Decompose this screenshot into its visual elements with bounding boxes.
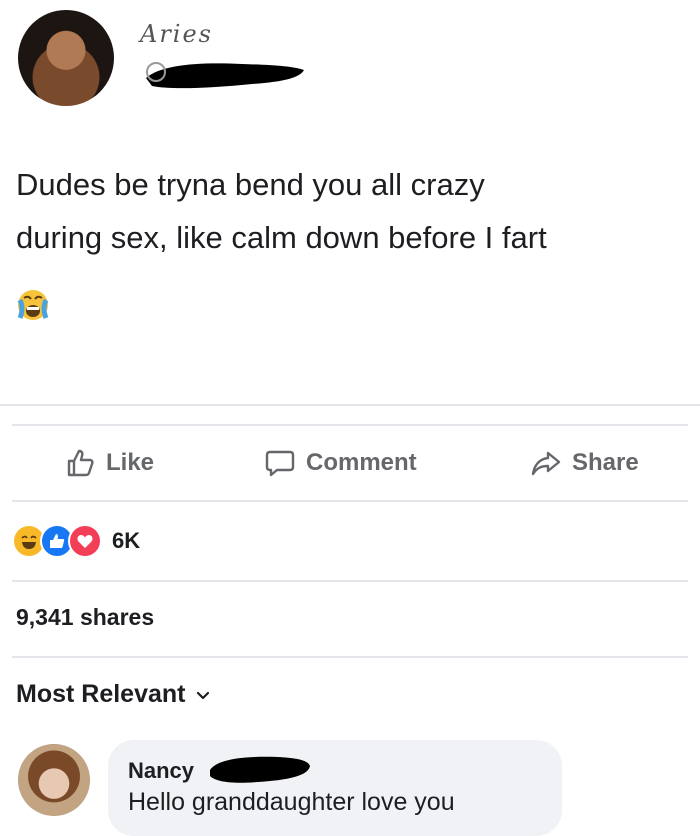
redaction-mark xyxy=(210,756,310,783)
loudly-crying-emoji-icon xyxy=(17,290,49,320)
divider xyxy=(12,656,688,658)
like-button[interactable]: Like xyxy=(64,440,154,486)
post-text-line-1: Dudes be tryna bend you all crazy xyxy=(16,167,485,202)
reaction-count: 6K xyxy=(112,528,141,553)
like-label: Like xyxy=(106,449,155,476)
divider xyxy=(12,424,688,426)
commenter-name[interactable]: Nancy xyxy=(128,758,194,784)
thumbs-up-icon xyxy=(67,449,94,477)
sort-label: Most Relevant xyxy=(16,680,186,708)
comment-button[interactable]: Comment xyxy=(264,440,417,486)
divider xyxy=(12,500,688,502)
commenter-avatar[interactable] xyxy=(18,744,90,816)
share-count[interactable]: 9,341 shares xyxy=(16,604,154,631)
author-avatar[interactable] xyxy=(18,10,114,106)
comment-text: Hello granddaughter love you xyxy=(128,788,455,816)
divider xyxy=(0,404,700,406)
comment-bubble-icon xyxy=(265,450,295,477)
share-button[interactable]: Share xyxy=(530,440,639,486)
chevron-down-icon xyxy=(197,691,210,699)
redaction-mark xyxy=(146,62,304,89)
comment-sort-dropdown[interactable]: Most Relevant xyxy=(16,680,211,709)
post-text: Dudes be tryna bend you all crazy during… xyxy=(16,158,686,264)
comment-label: Comment xyxy=(306,449,417,476)
author-name[interactable]: Aries xyxy=(140,20,213,48)
divider xyxy=(12,580,688,582)
post-text-line-2: during sex, like calm down before I fart xyxy=(16,220,547,255)
love-react-icon xyxy=(68,524,102,558)
share-label: Share xyxy=(572,449,639,476)
reactions-summary[interactable]: 6K xyxy=(12,524,140,558)
share-arrow-icon xyxy=(531,451,561,476)
